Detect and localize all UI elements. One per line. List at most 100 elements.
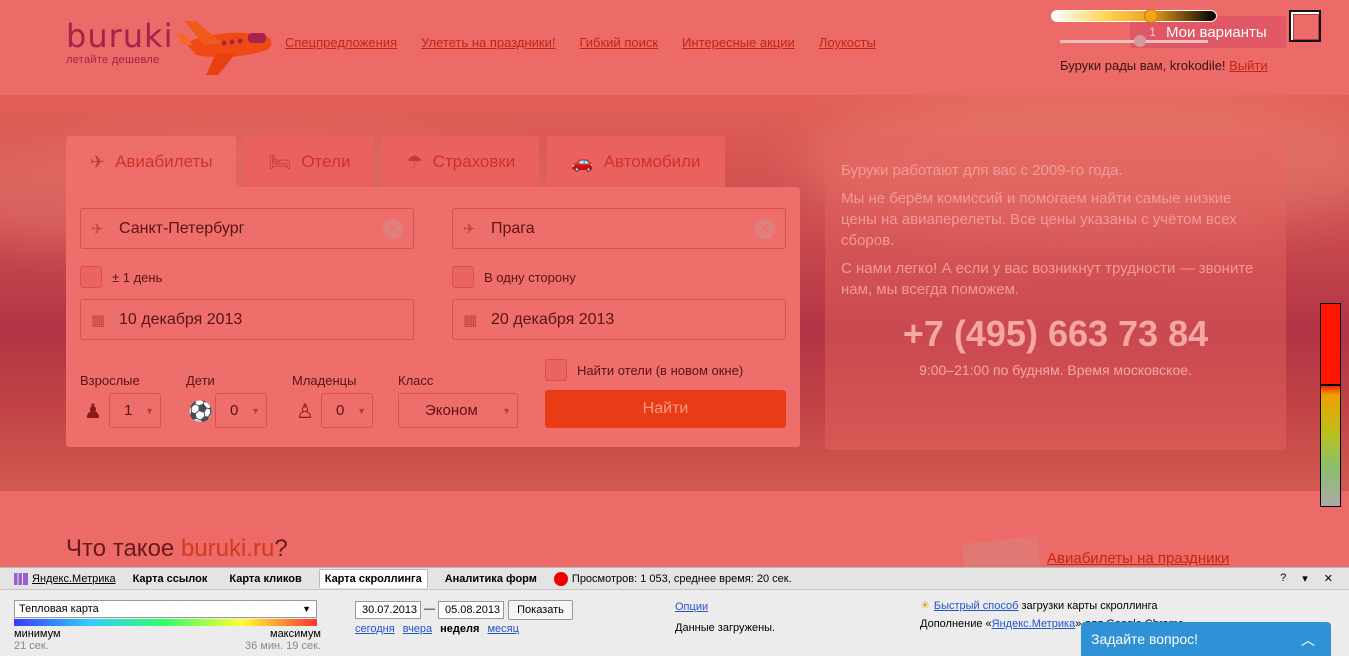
quick-method-link[interactable]: Быстрый способ	[934, 600, 1019, 612]
phone-number: +7 (495) 663 73 84	[902, 313, 1209, 354]
tip2-prefix: Дополнение «	[920, 618, 992, 630]
top-nav: Спецпредложения Улететь на праздники! Ги…	[285, 35, 876, 50]
adult-icon: ♟	[84, 401, 102, 423]
children-select[interactable]: 0 ▼	[215, 393, 267, 428]
data-loaded-status: Данные загружены.	[675, 622, 776, 634]
nav-specials[interactable]: Спецпредложения	[285, 35, 397, 50]
metrika-addon-link[interactable]: Яндекс.Метрика	[992, 618, 1076, 630]
chevron-down-icon: ▼	[357, 406, 366, 416]
logo[interactable]: buruki летайте дешевле	[66, 20, 173, 66]
chevron-down-icon: ▼	[251, 406, 260, 416]
clear-to-icon[interactable]: ✕	[755, 219, 775, 239]
depart-date-field[interactable]: ▦ 10 декабря 2013	[80, 299, 414, 340]
flex-day-box[interactable]	[80, 266, 102, 288]
opacity-slider[interactable]	[1051, 9, 1217, 23]
secondary-slider-knob[interactable]	[1134, 35, 1146, 47]
close-icon[interactable]: ✕	[1324, 572, 1333, 585]
tab-link-map[interactable]: Карта ссылок	[128, 570, 213, 588]
infants-select[interactable]: 0 ▼	[321, 393, 373, 428]
flight-search-form: ✈ Санкт-Петербург ✕ ⇄ ✈ Прага ✕ ± 1 день…	[66, 187, 800, 447]
date-to-input[interactable]: 05.08.2013	[438, 601, 504, 619]
infants-label: Младенцы	[292, 373, 357, 388]
children-label: Дети	[186, 373, 215, 388]
section-title-suffix: ?	[274, 535, 288, 562]
info-panel: Буруки работают для вас с 2009-го года. …	[825, 136, 1286, 450]
opacity-slider-knob[interactable]	[1144, 9, 1158, 23]
overlay-toggle-button[interactable]	[1289, 10, 1321, 42]
calendar-icon: ▦	[91, 312, 106, 329]
bed-icon: 🛏	[268, 151, 292, 172]
nav-holidays[interactable]: Улететь на праздники!	[421, 35, 555, 50]
show-button[interactable]: Показать	[508, 600, 573, 620]
landing-icon: ✈	[463, 221, 476, 238]
collapse-icon[interactable]: ▾	[1302, 572, 1308, 585]
tab-insurance[interactable]: ☂ Страховки	[382, 136, 540, 188]
site-header: buruki летайте дешевле Спецпредложения У…	[0, 0, 1349, 95]
clear-from-icon[interactable]: ✕	[383, 219, 403, 239]
scroll-heat-scale[interactable]	[1320, 303, 1341, 507]
welcome-text: Буруки рады вам, krokodile!	[1060, 58, 1226, 73]
my-variants-count: 1	[1149, 25, 1156, 39]
tab-form-analytics[interactable]: Аналитика форм	[440, 570, 542, 588]
section-title: Что такое buruki.ru?	[66, 535, 288, 563]
search-tabs: ✈ Авиабилеты 🛏 Отели ☂ Страховки 🚗 Автом…	[66, 136, 725, 188]
adults-select[interactable]: 1 ▼	[109, 393, 161, 428]
nav-promos[interactable]: Интересные акции	[682, 35, 795, 50]
find-hotels-box[interactable]	[545, 359, 567, 381]
flex-day-checkbox[interactable]: ± 1 день	[80, 266, 162, 288]
period-week[interactable]: неделя	[440, 623, 479, 635]
metrika-tab-bar: Яндекс.Метрика Карта ссылок Карта кликов…	[0, 568, 1349, 590]
calendar-icon: ▦	[463, 312, 478, 329]
chevron-down-icon: ▼	[302, 604, 311, 614]
period-shortcuts: сегодня вчера неделя месяц	[355, 623, 519, 635]
tab-scroll-map[interactable]: Карта скроллинга	[318, 569, 428, 588]
tab-flights[interactable]: ✈ Авиабилеты	[66, 136, 237, 188]
one-way-box[interactable]	[452, 266, 474, 288]
period-yesterday[interactable]: вчера	[403, 623, 432, 635]
one-way-checkbox[interactable]: В одну сторону	[452, 266, 576, 288]
metrika-logo-link[interactable]: Яндекс.Метрика	[32, 573, 116, 585]
return-date-value: 20 декабря 2013	[491, 310, 615, 328]
umbrella-icon: ☂	[406, 151, 423, 172]
adults-label: Взрослые	[80, 373, 140, 388]
metrika-window-controls: ? ▾ ✕	[1280, 572, 1333, 585]
from-value: Санкт-Петербург	[119, 219, 245, 237]
plane-logo-icon	[176, 21, 272, 75]
scroll-map-tip: ☀ Быстрый способ загрузки карты скроллинг…	[920, 599, 1157, 612]
map-type-select[interactable]: Тепловая карта ▼	[14, 600, 317, 618]
find-hotels-checkbox[interactable]: Найти отели (в новом окне)	[545, 359, 743, 381]
period-month[interactable]: месяц	[487, 623, 518, 635]
infant-icon: ♙	[296, 401, 314, 423]
welcome-message: Буруки рады вам, krokodile! Выйти	[1060, 58, 1268, 73]
date-from-input[interactable]: 30.07.2013	[355, 601, 421, 619]
heat-gradient-legend	[14, 619, 317, 626]
help-icon[interactable]: ?	[1280, 572, 1286, 585]
record-icon	[553, 571, 568, 586]
flex-day-label: ± 1 день	[112, 269, 163, 285]
tab-cars[interactable]: 🚗 Автомобили	[547, 136, 725, 188]
children-value: 0	[230, 402, 239, 419]
from-field[interactable]: ✈ Санкт-Петербург ✕	[80, 208, 414, 249]
options-link[interactable]: Опции	[675, 601, 708, 613]
logout-link[interactable]: Выйти	[1229, 58, 1268, 73]
ask-question-widget[interactable]: Задайте вопрос! ︿	[1081, 622, 1331, 656]
logo-tagline: летайте дешевле	[66, 54, 160, 66]
holiday-tickets-link[interactable]: Авиабилеты на праздники	[1047, 550, 1229, 567]
find-hotels-label: Найти отели (в новом окне)	[577, 362, 744, 378]
nav-flexible-search[interactable]: Гибкий поиск	[579, 35, 658, 50]
adults-value: 1	[124, 402, 133, 419]
to-field[interactable]: ✈ Прага ✕	[452, 208, 786, 249]
section-title-brand: buruki.ru	[180, 535, 275, 562]
metrika-logo[interactable]: Яндекс.Метрика	[14, 572, 116, 585]
logo-word: buruki	[66, 17, 174, 55]
stats-text: Просмотров: 1 053, среднее время: 20 сек…	[571, 572, 792, 585]
to-value: Прага	[491, 219, 535, 237]
nav-lowcosts[interactable]: Лоукосты	[819, 35, 876, 50]
tab-hotels[interactable]: 🛏 Отели	[244, 136, 375, 188]
period-today[interactable]: сегодня	[355, 623, 395, 635]
return-date-field[interactable]: ▦ 20 декабря 2013	[452, 299, 786, 340]
tab-click-map[interactable]: Карта кликов	[224, 570, 306, 588]
find-button[interactable]: Найти	[545, 390, 786, 428]
chevron-down-icon: ▼	[145, 406, 154, 416]
class-select[interactable]: Эконом ▼	[398, 393, 518, 428]
